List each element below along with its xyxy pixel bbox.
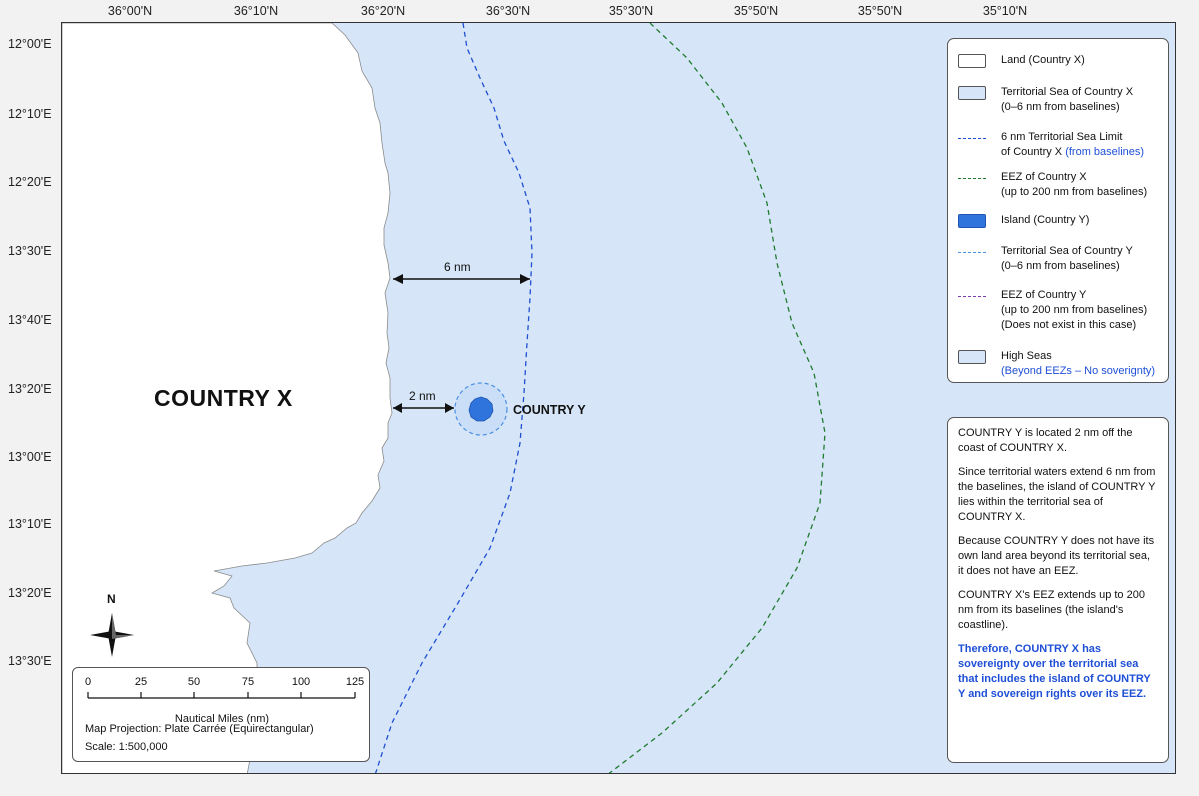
scale-text: Scale: 1:500,000 bbox=[85, 741, 168, 753]
legend-label: Territorial Sea of Country X (0–6 nm from… bbox=[1001, 86, 1134, 113]
country-y-label: COUNTRY Y bbox=[513, 403, 586, 417]
longitude-label: 13°00'E bbox=[8, 450, 52, 464]
legend: Land (Country X) Territorial Sea of Count… bbox=[947, 38, 1169, 383]
note-conclusion: Therefore, COUNTRY X has sovereignty ove… bbox=[958, 643, 1151, 700]
scale-bar-box: 0 25 50 75 100 125 Nautical Miles (nm) Map Pr… bbox=[72, 667, 370, 762]
six-nm-arrowhead-left bbox=[393, 274, 403, 284]
legend-swatch bbox=[958, 86, 986, 100]
legend-swatch bbox=[958, 54, 986, 68]
latitude-label: 35°50'N bbox=[857, 4, 903, 18]
legend-label: EEZ of Country Y (up to 200 nm from basel… bbox=[1001, 289, 1148, 331]
legend-item: Land (Country X) bbox=[958, 53, 1163, 68]
longitude-label: 13°10'E bbox=[8, 517, 52, 531]
longitude-label: 13°20'E bbox=[8, 586, 52, 600]
legend-label: EEZ of Country X (up to 200 nm from basel… bbox=[1001, 171, 1148, 198]
north-label: N bbox=[107, 592, 116, 606]
longitude-label: 13°30'E bbox=[8, 654, 52, 668]
legend-label: Island (Country Y) bbox=[1001, 214, 1090, 226]
note-paragraph-1: COUNTRY Y is located 2 nm off the coast … bbox=[958, 427, 1133, 454]
six-nm-label: 6 nm bbox=[444, 260, 471, 274]
two-nm-arrowhead-right bbox=[445, 403, 454, 413]
legend-label: High Seas (Beyond EEZs – No soverignty) bbox=[1001, 350, 1156, 377]
territorial-sea-limit-line-x bbox=[374, 23, 533, 773]
two-nm-arrowhead-left bbox=[393, 403, 402, 413]
legend-item: Island (Country Y) bbox=[958, 213, 1163, 228]
latitude-label: 35°50'N bbox=[733, 4, 779, 18]
legend-item: EEZ of Country Y (up to 200 nm from basel… bbox=[958, 288, 1163, 333]
longitude-label: 13°40'E bbox=[8, 313, 52, 327]
longitude-label: 13°30'E bbox=[8, 244, 52, 258]
longitude-label: 12°20'E bbox=[8, 175, 52, 189]
latitude-label: 35°10'N bbox=[982, 4, 1028, 18]
note-paragraph-3: Because COUNTRY Y does not have its own … bbox=[958, 535, 1155, 577]
scale-bar bbox=[87, 692, 356, 699]
legend-label: Territorial Sea of Country Y (0–6 nm from… bbox=[1001, 245, 1133, 272]
latitude-label: 36°20'N bbox=[360, 4, 406, 18]
longitude-label: 12°10'E bbox=[8, 107, 52, 121]
legend-item: Territorial Sea of Country Y (0–6 nm from… bbox=[958, 244, 1163, 274]
legend-swatch bbox=[958, 214, 986, 228]
scale-tick-label: 50 bbox=[187, 676, 201, 688]
latitude-label: 36°30'N bbox=[485, 4, 531, 18]
latitude-label: 36°10'N bbox=[233, 4, 279, 18]
longitude-label: 12°00'E bbox=[8, 37, 52, 51]
legend-swatch bbox=[958, 289, 986, 303]
eez-line-x bbox=[608, 23, 826, 773]
legend-swatch bbox=[958, 131, 986, 145]
two-nm-label: 2 nm bbox=[409, 389, 436, 403]
projection-text: Map Projection: Plate Carrée (Equirectan… bbox=[85, 723, 314, 735]
legend-swatch bbox=[958, 171, 986, 185]
scale-tick-label: 75 bbox=[241, 676, 255, 688]
legend-item: High Seas (Beyond EEZs – No soverignty) bbox=[958, 349, 1163, 379]
latitude-label: 36°00'N bbox=[107, 4, 153, 18]
scale-tick-label: 125 bbox=[345, 676, 365, 688]
legend-swatch bbox=[958, 350, 986, 364]
note-paragraph-4: COUNTRY X's EEZ extends up to 200 nm fro… bbox=[958, 589, 1145, 631]
legend-swatch bbox=[958, 245, 986, 259]
six-nm-arrowhead-right bbox=[520, 274, 530, 284]
explanation-box: COUNTRY Y is located 2 nm off the coast … bbox=[947, 417, 1169, 763]
scale-tick-label: 25 bbox=[134, 676, 148, 688]
legend-label: Land (Country X) bbox=[1001, 54, 1085, 66]
country-x-label: COUNTRY X bbox=[154, 385, 293, 411]
legend-label: 6 nm Territorial Sea Limit of Country X (… bbox=[1001, 131, 1145, 158]
scale-tick-label: 100 bbox=[291, 676, 311, 688]
legend-item: EEZ of Country X (up to 200 nm from basel… bbox=[958, 170, 1163, 200]
longitude-label: 13°20'E bbox=[8, 382, 52, 396]
legend-item: Territorial Sea of Country X (0–6 nm from… bbox=[958, 85, 1163, 115]
note-paragraph-2: Since territorial waters extend 6 nm fro… bbox=[958, 466, 1156, 523]
scale-tick-label: 0 bbox=[84, 676, 92, 688]
latitude-label: 35°30'N bbox=[608, 4, 654, 18]
legend-item: 6 nm Territorial Sea Limit of Country X (… bbox=[958, 130, 1163, 160]
